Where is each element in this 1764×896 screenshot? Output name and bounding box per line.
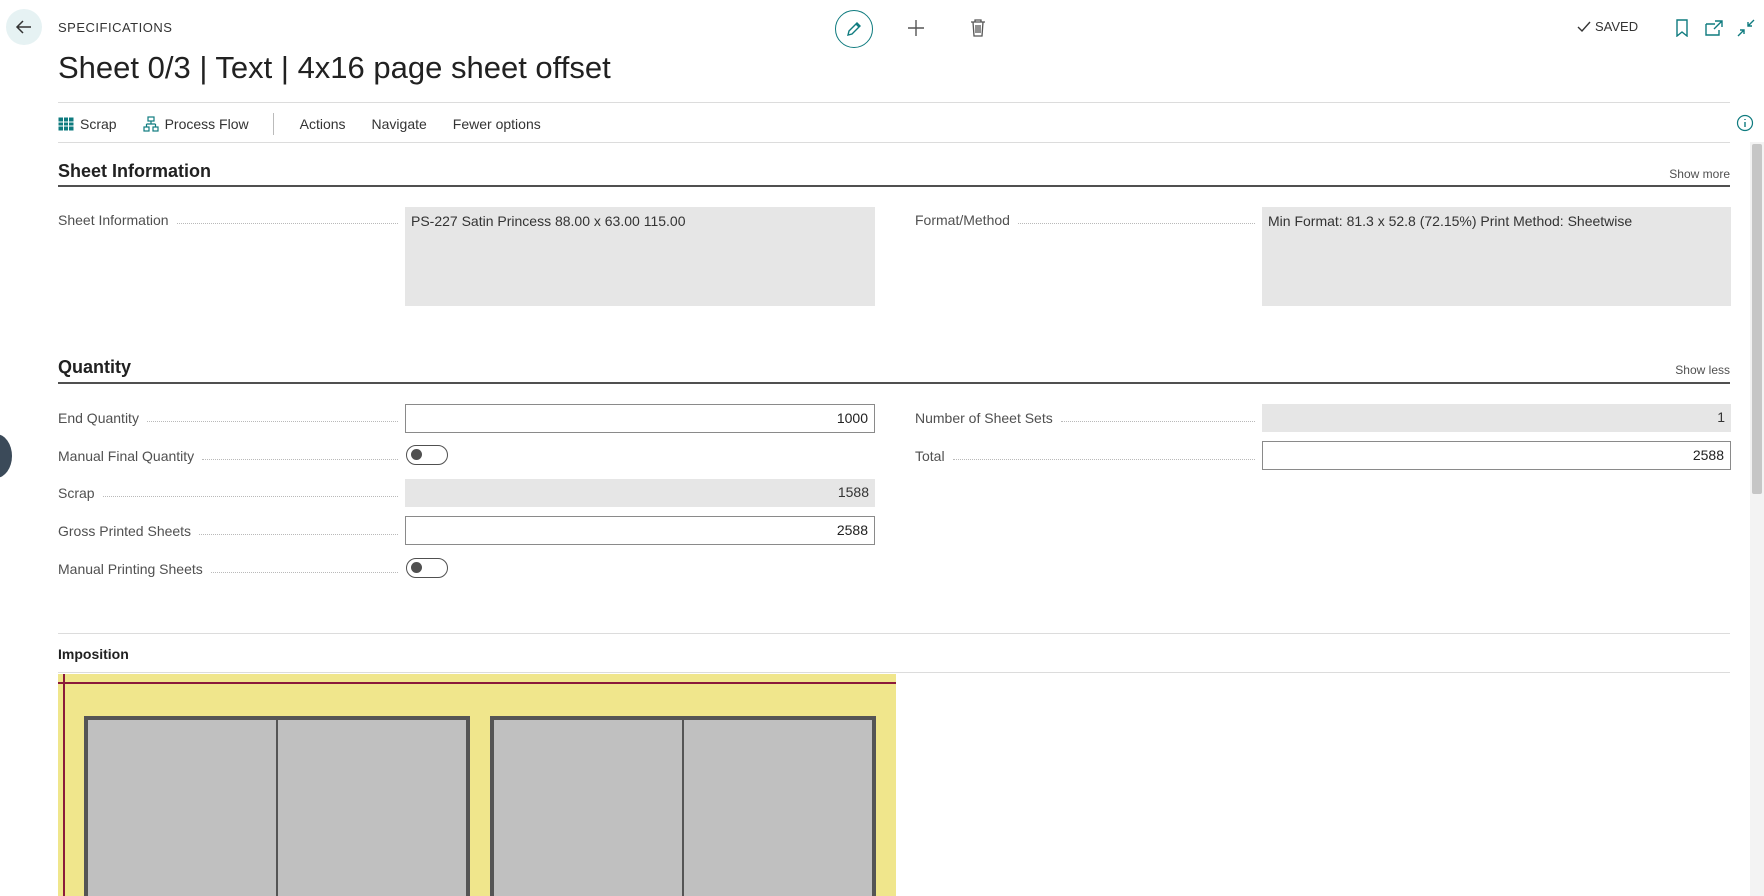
arrow-left-icon [15,20,31,34]
action-bar-divider [58,142,1730,143]
format-method-value: Min Format: 81.3 x 52.8 (72.15%) Print M… [1262,207,1731,306]
end-quantity-input[interactable]: 1000 [405,404,875,433]
gross-printed-sheets-input[interactable]: 2588 [405,516,875,545]
collapse-button[interactable] [1734,16,1758,40]
quantity-title: Quantity [58,357,132,377]
delete-button[interactable] [962,12,994,44]
manual-printing-sheets-label-text: Manual Printing Sheets [58,561,203,577]
process-flow-icon [142,116,159,132]
checkmark-icon [1577,21,1591,32]
header-divider [58,102,1730,103]
action-separator [272,113,274,135]
process-flow-action[interactable]: Process Flow [142,116,249,132]
saved-status: SAVED [1577,19,1638,34]
back-button[interactable] [6,9,42,45]
open-new-window-icon [1705,20,1723,36]
sheet-information-value: PS-227 Satin Princess 88.00 x 63.00 115.… [405,207,875,306]
total-label: Total [915,448,1255,464]
manual-final-quantity-label: Manual Final Quantity [58,448,398,464]
navigate-menu[interactable]: Navigate [372,116,427,132]
manual-printing-sheets-label: Manual Printing Sheets [58,561,398,577]
manual-final-quantity-label-text: Manual Final Quantity [58,448,195,464]
navigate-menu-label: Navigate [371,116,427,132]
bookmark-icon [1676,19,1688,37]
show-less-link[interactable]: Show less [1675,363,1730,377]
total-input[interactable]: 2588 [1262,441,1731,470]
info-button[interactable] [1736,114,1754,132]
bookmark-button[interactable] [1670,16,1694,40]
gross-printed-sheets-label-text: Gross Printed Sheets [58,523,192,539]
total-label-text: Total [915,448,945,464]
trash-icon [971,19,985,37]
process-flow-label: Process Flow [164,116,249,132]
manual-final-quantity-toggle[interactable] [406,445,448,465]
format-method-label-text: Format/Method [915,212,1010,228]
register-line-vertical [63,674,65,896]
show-more-link[interactable]: Show more [1669,167,1730,181]
action-bar: Scrap Process Flow Actions Navigate Fewe… [58,112,567,136]
format-method-label: Format/Method [915,212,1255,228]
page-caption: SPECIFICATIONS [58,20,173,35]
page-title: Sheet 0/3 | Text | 4x16 page sheet offse… [58,50,611,85]
side-panel-handle[interactable] [0,434,12,478]
fewer-options-toggle[interactable]: Fewer options [453,116,541,132]
scrap-label: Scrap [58,485,398,501]
scrap-action[interactable]: Scrap [58,116,117,132]
collapse-icon [1737,19,1755,37]
imposition-divider [58,672,1730,673]
page-block-right [490,716,876,896]
manual-printing-sheets-toggle[interactable] [406,558,448,578]
scrap-value: 1588 [405,479,875,507]
imposition-top-divider [58,633,1730,634]
imposition-title: Imposition [58,646,129,662]
sheet-information-title: Sheet Information [58,161,212,181]
actions-menu-label: Actions [299,116,346,132]
sheet-information-label: Sheet Information [58,212,398,228]
register-line-horizontal [58,682,896,684]
table-icon [58,117,74,131]
end-quantity-label-text: End Quantity [58,410,139,426]
number-of-sheet-sets-label: Number of Sheet Sets [915,410,1255,426]
number-of-sheet-sets-label-text: Number of Sheet Sets [915,410,1053,426]
saved-label: SAVED [1595,19,1639,34]
vertical-scrollbar[interactable] [1750,142,1764,896]
number-of-sheet-sets-value: 1 [1262,404,1731,432]
quantity-divider [58,382,1730,384]
imposition-preview [58,674,896,896]
actions-menu[interactable]: Actions [300,116,346,132]
page-divider [682,720,684,896]
pencil-icon [847,22,861,36]
end-quantity-label: End Quantity [58,410,398,426]
new-button[interactable] [900,12,932,44]
page-divider [276,720,278,896]
scrollbar-thumb[interactable] [1752,144,1762,494]
page-block-left [84,716,470,896]
sheet-information-label-text: Sheet Information [58,212,169,228]
info-icon [1736,114,1754,132]
scrap-label-text: Scrap [58,485,95,501]
gross-printed-sheets-label: Gross Printed Sheets [58,523,398,539]
fewer-options-label: Fewer options [452,116,541,132]
edit-button[interactable] [835,10,873,48]
sheet-information-divider [58,185,1730,187]
open-new-window-button[interactable] [1702,16,1726,40]
scrap-action-label: Scrap [80,116,117,132]
plus-icon [908,20,924,36]
